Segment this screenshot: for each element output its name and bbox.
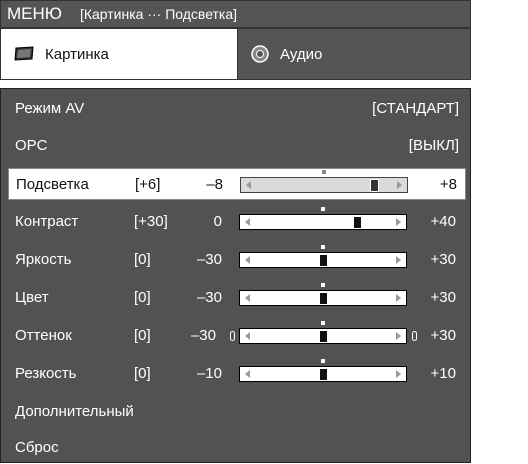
menu-item-sharpness[interactable]: Резкость [0] –10 +10	[8, 358, 466, 390]
tab-audio[interactable]: Аудио	[237, 29, 470, 79]
arrow-right-icon	[396, 256, 401, 264]
min-value: –10	[196, 365, 222, 382]
arrow-left-icon	[245, 218, 250, 226]
arrow-right-icon	[396, 294, 401, 302]
tint-slider[interactable]	[239, 328, 407, 344]
max-value: +40	[430, 213, 456, 230]
settings-panel: Режим AV [СТАНДАРТ] OPC [ВЫКЛ] Подсветка…	[0, 88, 471, 463]
arrow-left-icon	[246, 181, 251, 189]
menu-item-label: Цвет	[15, 289, 49, 306]
menu-item-color[interactable]: Цвет [0] –30 +30	[8, 282, 466, 314]
zero-marker	[321, 359, 325, 363]
arrow-left-icon	[245, 370, 250, 378]
zero-marker	[321, 321, 325, 325]
menu-item-advanced[interactable]: Дополнительный	[8, 396, 466, 428]
current-value: [0]	[134, 289, 151, 306]
tab-picture-label: Картинка	[45, 45, 109, 63]
min-value: –30	[190, 327, 216, 344]
max-value: +10	[430, 365, 456, 382]
menu-item-brightness[interactable]: Яркость [0] –30 +30	[8, 244, 466, 276]
zero-marker	[321, 207, 325, 211]
arrow-left-icon	[245, 256, 250, 264]
tab-bar: Картинка Аудио	[0, 28, 471, 80]
arrow-right-icon	[396, 332, 401, 340]
backlight-slider[interactable]	[240, 177, 408, 193]
tint-marker-left	[230, 331, 235, 341]
menu-item-backlight[interactable]: Подсветка [+6] –8 +8	[8, 168, 466, 200]
tab-audio-label: Аудио	[280, 45, 323, 63]
title-bar: МЕНЮ [Картинка ··· Подсветка]	[0, 0, 471, 28]
slider-knob[interactable]	[319, 330, 328, 343]
menu-item-label: Оттенок	[15, 327, 72, 344]
max-value: +30	[430, 289, 456, 306]
menu-item-label: Дополнительный	[15, 403, 134, 420]
menu-item-opc[interactable]: OPC [ВЫКЛ]	[8, 130, 466, 162]
menu-item-contrast[interactable]: Контраст [+30] 0 +40	[8, 206, 466, 238]
min-value: –30	[196, 289, 222, 306]
max-value: +8	[439, 176, 457, 193]
zero-marker	[321, 245, 325, 249]
arrow-left-icon	[245, 332, 250, 340]
menu-title: МЕНЮ	[7, 4, 62, 23]
slider-knob[interactable]	[370, 179, 380, 192]
tab-picture[interactable]: Картинка	[1, 29, 237, 79]
menu-item-label: Подсветка	[16, 176, 89, 193]
menu-item-label: Контраст	[15, 213, 79, 230]
min-value: –30	[196, 251, 222, 268]
slider-knob[interactable]	[319, 254, 328, 267]
color-slider[interactable]	[239, 290, 407, 306]
picture-icon	[13, 46, 35, 62]
zero-marker	[322, 170, 326, 174]
arrow-left-icon	[245, 294, 250, 302]
sharpness-slider[interactable]	[239, 366, 407, 382]
slider-knob[interactable]	[352, 216, 362, 229]
menu-item-value: [СТАНДАРТ]	[372, 100, 459, 117]
min-value: 0	[213, 213, 222, 230]
menu-item-label: Режим AV	[15, 100, 85, 117]
current-value: [0]	[134, 251, 151, 268]
slider-knob[interactable]	[319, 292, 328, 305]
current-value: [0]	[134, 365, 151, 382]
menu-item-label: Яркость	[15, 251, 72, 268]
min-value: –8	[206, 176, 223, 193]
zero-marker	[321, 283, 325, 287]
current-value: [0]	[134, 327, 151, 344]
brightness-slider[interactable]	[239, 252, 407, 268]
menu-item-tint[interactable]: Оттенок [0] –30 +30	[8, 320, 466, 352]
menu-item-reset[interactable]: Сброс	[8, 432, 466, 464]
menu-item-av-mode[interactable]: Режим AV [СТАНДАРТ]	[8, 93, 466, 125]
current-value: [+30]	[134, 213, 168, 230]
current-value: [+6]	[135, 176, 161, 193]
menu-item-label: Резкость	[15, 365, 77, 382]
max-value: +30	[430, 251, 456, 268]
menu-item-value: [ВЫКЛ]	[408, 137, 459, 154]
contrast-slider[interactable]	[239, 214, 407, 230]
arrow-right-icon	[396, 218, 401, 226]
speaker-icon	[250, 44, 270, 64]
slider-knob[interactable]	[319, 368, 328, 381]
arrow-right-icon	[397, 181, 402, 189]
arrow-right-icon	[396, 370, 401, 378]
menu-item-label: OPC	[15, 137, 48, 154]
menu-item-label: Сброс	[15, 439, 59, 456]
breadcrumb: [Картинка ··· Подсветка]	[79, 6, 238, 22]
max-value: +30	[430, 327, 456, 344]
